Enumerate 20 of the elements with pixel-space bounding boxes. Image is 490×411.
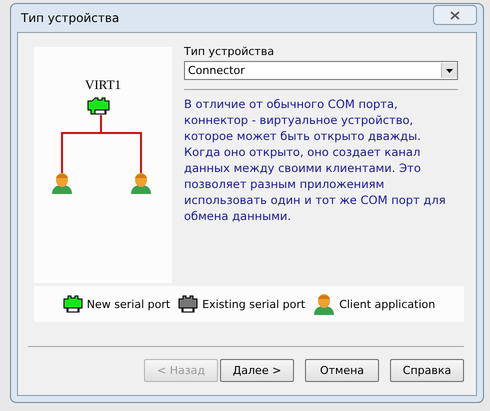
legend-label: Existing serial port — [202, 298, 306, 310]
dialog-button[interactable]: Далее > — [220, 359, 294, 382]
field-label: Тип устройства — [184, 45, 276, 58]
close-icon — [450, 10, 460, 20]
person-icon — [313, 293, 336, 315]
port-icon — [88, 98, 110, 114]
person-icon — [131, 173, 151, 194]
port-icon — [178, 295, 198, 313]
legend-label: Client application — [339, 298, 436, 310]
window-title: Тип устройства — [20, 11, 120, 25]
dropdown-arrow-icon — [446, 68, 453, 72]
person-icon — [52, 173, 72, 194]
description-text: В отличие от обычного COM порта, коннектор - виртуальное устройство, которое может быть открыто дважды. Когда оно открыто, оно создает канал данных между своими клиентами. Это позволяет разным приложениям использовать один и тот же COM порт для обмена данными. — [184, 96, 447, 224]
dialog-button[interactable]: Отмена — [305, 359, 379, 382]
port-icon — [62, 295, 83, 313]
close-button[interactable] — [433, 5, 477, 25]
legend-label: New serial port — [86, 298, 170, 310]
dialog-button[interactable]: Справка — [390, 359, 464, 382]
device-label: VIRT1 — [84, 77, 122, 92]
device-type-dropdown[interactable]: Connector — [184, 61, 458, 80]
